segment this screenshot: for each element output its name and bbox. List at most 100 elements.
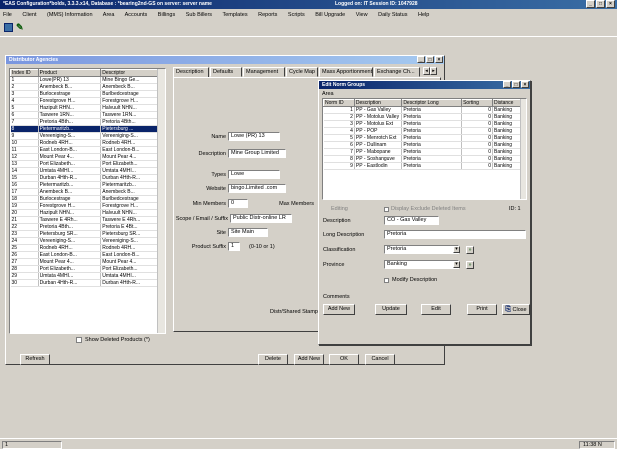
site-field[interactable]: Site Main xyxy=(228,228,268,237)
table-row[interactable]: 2 Anembeck B... Anembeck B... xyxy=(10,83,165,91)
modify-description-checkbox[interactable] xyxy=(384,278,389,283)
table-row[interactable]: 9 PP - Eastlodin Pretoria 0 Banking xyxy=(323,162,526,170)
table-row[interactable]: 1 PP - Gas Valley Pretoria 0 Banking xyxy=(323,106,526,114)
product-grid[interactable]: Index ID Product Descriptor 1 Lowe(PR) 13… xyxy=(9,68,166,334)
menu-daily-status[interactable]: Daily Status xyxy=(378,12,407,18)
menu-billings[interactable]: Billings xyxy=(158,12,175,18)
table-row[interactable]: 15 Durban 4Hth-R... Durban 4Hth-R... xyxy=(10,174,165,182)
menu-client[interactable]: Client xyxy=(22,12,36,18)
table-row[interactable]: 28 Port Elizabeth... Port Elizabeth... xyxy=(10,265,165,273)
norm-groups-grid[interactable]: Norm ID Description Descriptor Long Sort… xyxy=(322,98,527,200)
menu-bill-upgrade[interactable]: Bill Upgrade xyxy=(315,12,345,18)
table-row[interactable]: 8 PP - Soshanguve Pretoria 0 Banking xyxy=(323,155,526,163)
col-norm-id[interactable]: Norm ID xyxy=(323,99,355,107)
dialog-maximize-button[interactable]: □ xyxy=(512,81,520,88)
save-icon[interactable] xyxy=(4,23,13,32)
table-row[interactable]: 17 Anembeck B... Anembeck B... xyxy=(10,188,165,196)
tab-cycle-map[interactable]: Cycle Map xyxy=(286,67,318,77)
province-dropdown-icon[interactable]: ▾ xyxy=(453,261,460,268)
col-sorting[interactable]: Sorting xyxy=(461,99,493,107)
menu-view[interactable]: View xyxy=(356,12,368,18)
table-row[interactable]: 6 Taswere 1RN... Taswere 1RN... xyxy=(10,111,165,119)
table-row[interactable]: 2 PP - Motolus Valley Pretoria 0 Banking xyxy=(323,113,526,121)
show-deleted-checkbox[interactable] xyxy=(76,337,82,343)
col-description[interactable]: Description xyxy=(353,99,403,107)
table-row[interactable]: 11 East London-B... East London-B... xyxy=(10,146,165,154)
grid-scrollbar[interactable] xyxy=(157,69,165,333)
table-row[interactable]: 27 Mount Pear 4... Mount Pear 4... xyxy=(10,258,165,266)
dialog-close-button-bottom[interactable]: ⎘ Close xyxy=(502,304,530,315)
table-row[interactable]: 12 Mount Pear 4... Mount Pear 4... xyxy=(10,153,165,161)
menu-accounts[interactable]: Accounts xyxy=(125,12,148,18)
dialog-close-button[interactable]: × xyxy=(521,81,529,88)
col-index-id[interactable]: Index ID xyxy=(10,69,39,77)
menu-information[interactable]: (MMS) Information xyxy=(47,12,93,18)
table-row[interactable]: 16 Pietermaritzb... Pietermaritzb... xyxy=(10,181,165,189)
table-row[interactable]: 5 Hazipult RHN... Halvuult NHN... xyxy=(10,104,165,112)
dialog-minimize-button[interactable]: _ xyxy=(503,81,511,88)
display-exclude-checkbox[interactable] xyxy=(384,207,389,212)
tab-management[interactable]: Management xyxy=(243,67,285,77)
tab-exchange[interactable]: Exchange Ch... xyxy=(374,67,420,77)
col-product[interactable]: Product xyxy=(37,69,102,77)
description-field[interactable]: Mine Group Limited xyxy=(228,149,286,158)
min-members-field[interactable]: 0 xyxy=(228,199,248,208)
menu-templates[interactable]: Templates xyxy=(223,12,248,18)
table-row[interactable]: 21 Taswere E 4Rh... Taswere E 4Rh... xyxy=(10,216,165,224)
table-row[interactable]: 3 PP - Motolus Ext Pretoria 0 Banking xyxy=(323,120,526,128)
table-row[interactable]: 13 Port Elizabeth... Port Elizabeth... xyxy=(10,160,165,168)
close-button[interactable]: × xyxy=(606,0,615,8)
edit-icon[interactable]: ✎ xyxy=(16,23,25,32)
table-row[interactable]: 30 Durban 4Hth-R... Durban 4Hth-R... xyxy=(10,279,165,287)
tab-defaults[interactable]: Defaults xyxy=(210,67,242,77)
menu-scripts[interactable]: Scripts xyxy=(288,12,305,18)
minimize-button[interactable]: _ xyxy=(586,0,595,8)
table-row[interactable]: 29 Umtata 4MHI... Umtata 4MHI... xyxy=(10,272,165,280)
maximize-button[interactable]: □ xyxy=(596,0,605,8)
delete-button[interactable]: Delete xyxy=(258,354,288,365)
classification-dropdown-icon[interactable]: ▾ xyxy=(453,246,460,253)
ok-button[interactable]: OK xyxy=(329,354,359,365)
tab-mass-apportionment[interactable]: Mass Apportionment xyxy=(319,67,373,77)
classification-select[interactable]: Pretoria xyxy=(384,245,459,254)
table-row[interactable]: 9 Vereeniging-S... Vereeniging-S... xyxy=(10,132,165,140)
province-select[interactable]: Banking xyxy=(384,260,459,269)
dialog-edit-button[interactable]: Edit xyxy=(421,304,451,315)
table-row[interactable]: 25 Rodneb 4RH... Rodneb 4RH... xyxy=(10,244,165,252)
table-row[interactable]: 4 PP - POP Pretoria 0 Banking xyxy=(323,127,526,135)
col-descriptor-long[interactable]: Descriptor Long xyxy=(401,99,463,107)
table-row[interactable]: 7 PP - Mabopane Pretoria 0 Banking xyxy=(323,148,526,156)
add-new-button[interactable]: Add New xyxy=(294,354,324,365)
table-row[interactable]: 5 PP - Menrotch Ext Pretoria 0 Banking xyxy=(323,134,526,142)
table-row[interactable]: 10 Rodneb 4RH... Rodneb 4RH... xyxy=(10,139,165,147)
name-field[interactable]: Lowe (PR) 13 xyxy=(228,132,280,141)
child-minimize-button[interactable]: _ xyxy=(417,56,425,63)
child-close-button[interactable]: × xyxy=(435,56,443,63)
table-row[interactable]: 26 East London-B... East London-B... xyxy=(10,251,165,259)
table-row[interactable]: 23 Pietersburg SR... Pietersburg SR... xyxy=(10,230,165,238)
menu-help[interactable]: Help xyxy=(418,12,429,18)
refresh-button[interactable]: Refresh xyxy=(20,354,50,365)
table-row[interactable]: 20 Hazipult NHN... Halvuult NHN... xyxy=(10,209,165,217)
child-maximize-button[interactable]: □ xyxy=(426,56,434,63)
table-row[interactable]: 3 Burlocestrage Burlbedcestrage xyxy=(10,90,165,98)
dialog-update-button[interactable]: Update xyxy=(375,304,407,315)
table-row[interactable]: 22 Pretoria 4Bth... Pretoria E 4Bt... xyxy=(10,223,165,231)
table-row[interactable]: 14 Umtata 4MHI... Umtata 4MHI... xyxy=(10,167,165,175)
table-row[interactable]: 24 Vereeniging-S... Vereeniging-S... xyxy=(10,237,165,245)
table-row[interactable]: 19 Forestgrove H... Forestgrove H... xyxy=(10,202,165,210)
table-row[interactable]: 18 Burlocestrage Burlbedcestrage xyxy=(10,195,165,203)
dialog-print-button[interactable]: Print xyxy=(467,304,497,315)
product-suffix-field[interactable]: 1 xyxy=(228,242,240,251)
table-row[interactable]: 6 PP - Dullinam Pretoria 0 Banking xyxy=(323,141,526,149)
tab-scroll-arrows[interactable]: ◂ ▸ xyxy=(423,67,439,76)
table-row[interactable]: 8 Pietermaritzb... Pietersburg ... xyxy=(10,125,165,133)
table-row[interactable]: 4 Forestgrove H... Forestgrove H... xyxy=(10,97,165,105)
table-row[interactable]: 7 Pretoria 4Bth... Pretoria 4Bth... xyxy=(10,118,165,126)
dialog-grid-scrollbar[interactable] xyxy=(520,99,526,199)
types-field[interactable]: Lowe xyxy=(228,170,280,179)
col-descriptor[interactable]: Descriptor xyxy=(100,69,165,77)
dialog-description-field[interactable]: CO - Gas Valley xyxy=(384,216,439,225)
long-description-field[interactable]: Pretoria xyxy=(384,230,526,239)
suffix-field[interactable]: Public Distr-online LR xyxy=(230,214,292,223)
